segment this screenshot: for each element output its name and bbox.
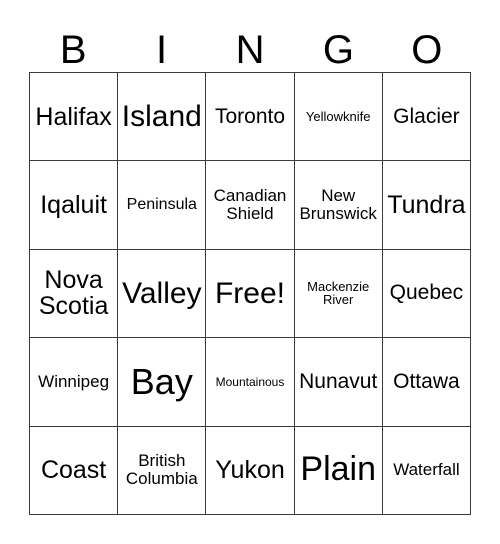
bingo-free-space-cell[interactable]: Free! [206, 249, 295, 339]
bingo-cell-label: Nova Scotia [38, 266, 109, 321]
bingo-cell[interactable]: Mackenzie River [294, 249, 383, 339]
bingo-cell-label: Mackenzie River [307, 278, 370, 308]
bingo-cell[interactable]: Valley [118, 249, 207, 339]
bingo-cell[interactable]: British Columbia [118, 426, 207, 515]
bingo-cell[interactable]: Nunavut [294, 338, 383, 427]
bingo-header-letter-b: B [59, 28, 87, 72]
bingo-cell[interactable]: Iqaluit [30, 161, 119, 250]
bingo-row: Iqaluit Peninsula Canadian Shield New Br… [30, 161, 472, 250]
bingo-cell-label: Glacier [393, 104, 460, 128]
bingo-header-cell-b: B [29, 14, 117, 72]
bingo-header-cell-g: G [294, 14, 382, 72]
bingo-header-row: B I N G O [29, 14, 471, 72]
bingo-grid: Halifax Island Toronto Yellowknife Glaci… [29, 72, 472, 515]
bingo-header-letter-g: G [322, 28, 354, 72]
bingo-cell-label: Tundra [387, 190, 466, 219]
bingo-cell[interactable]: Halifax [30, 73, 119, 162]
bingo-cell[interactable]: Peninsula [118, 161, 207, 250]
bingo-cell[interactable]: Toronto [206, 73, 295, 162]
bingo-cell-label: Toronto [214, 104, 286, 128]
bingo-cell-label: Island [121, 99, 202, 133]
bingo-cell[interactable]: Coast [30, 426, 119, 515]
bingo-cell[interactable]: New Brunswick [294, 161, 383, 250]
bingo-cell[interactable]: Island [118, 73, 207, 162]
bingo-cell[interactable]: Nova Scotia [30, 249, 119, 339]
bingo-cell-label: Valley [122, 276, 202, 310]
bingo-row: Nova Scotia Valley Free! Mackenzie River… [30, 249, 472, 339]
bingo-cell-label: Canadian Shield [213, 186, 287, 224]
bingo-cell[interactable]: Yukon [206, 426, 295, 515]
bingo-cell[interactable]: Quebec [382, 249, 472, 339]
bingo-header-cell-n: N [206, 14, 294, 72]
bingo-cell[interactable]: Canadian Shield [206, 161, 295, 250]
bingo-row: Winnipeg Bay Mountainous Nunavut Ottawa [30, 338, 472, 427]
bingo-header-letter-o: O [411, 28, 443, 72]
bingo-cell-label: Plain [300, 450, 377, 489]
bingo-cell[interactable]: Mountainous [206, 338, 295, 427]
bingo-cell-label: Waterfall [393, 460, 460, 480]
bingo-cell-label: Winnipeg [38, 371, 110, 391]
bingo-card: B I N G O Halifax Island Toronto Yellowk… [29, 14, 472, 515]
bingo-cell[interactable]: Bay [118, 338, 207, 427]
bingo-header-cell-o: O [383, 14, 471, 72]
bingo-cell-label: Yellowknife [305, 108, 371, 124]
bingo-header-cell-i: I [117, 14, 205, 72]
bingo-cell-label: Iqaluit [40, 190, 107, 219]
bingo-cell[interactable]: Glacier [382, 73, 472, 162]
bingo-free-space-label: Free! [214, 276, 286, 310]
bingo-cell-label: New Brunswick [299, 186, 377, 224]
bingo-cell-label: Yukon [215, 456, 285, 485]
bingo-header-letter-i: I [156, 28, 168, 72]
bingo-cell[interactable]: Ottawa [382, 338, 472, 427]
bingo-cell[interactable]: Yellowknife [294, 73, 383, 162]
bingo-cell-label: British Columbia [125, 451, 198, 489]
bingo-cell-label: Bay [130, 360, 193, 402]
bingo-cell-label: Mountainous [215, 374, 285, 389]
bingo-cell-label: Ottawa [393, 369, 460, 393]
bingo-row: Halifax Island Toronto Yellowknife Glaci… [30, 73, 472, 162]
bingo-cell-label: Coast [40, 456, 107, 485]
bingo-cell[interactable]: Winnipeg [30, 338, 119, 427]
bingo-cell-label: Nunavut [299, 369, 378, 393]
bingo-cell-label: Quebec [389, 281, 464, 305]
bingo-cell[interactable]: Waterfall [382, 426, 472, 515]
bingo-header-letter-n: N [235, 28, 265, 72]
bingo-cell-label: Peninsula [126, 195, 197, 213]
bingo-cell[interactable]: Tundra [382, 161, 472, 250]
bingo-row: Coast British Columbia Yukon Plain Water… [30, 426, 472, 515]
bingo-cell-label: Halifax [35, 102, 112, 131]
bingo-cell[interactable]: Plain [294, 426, 383, 515]
